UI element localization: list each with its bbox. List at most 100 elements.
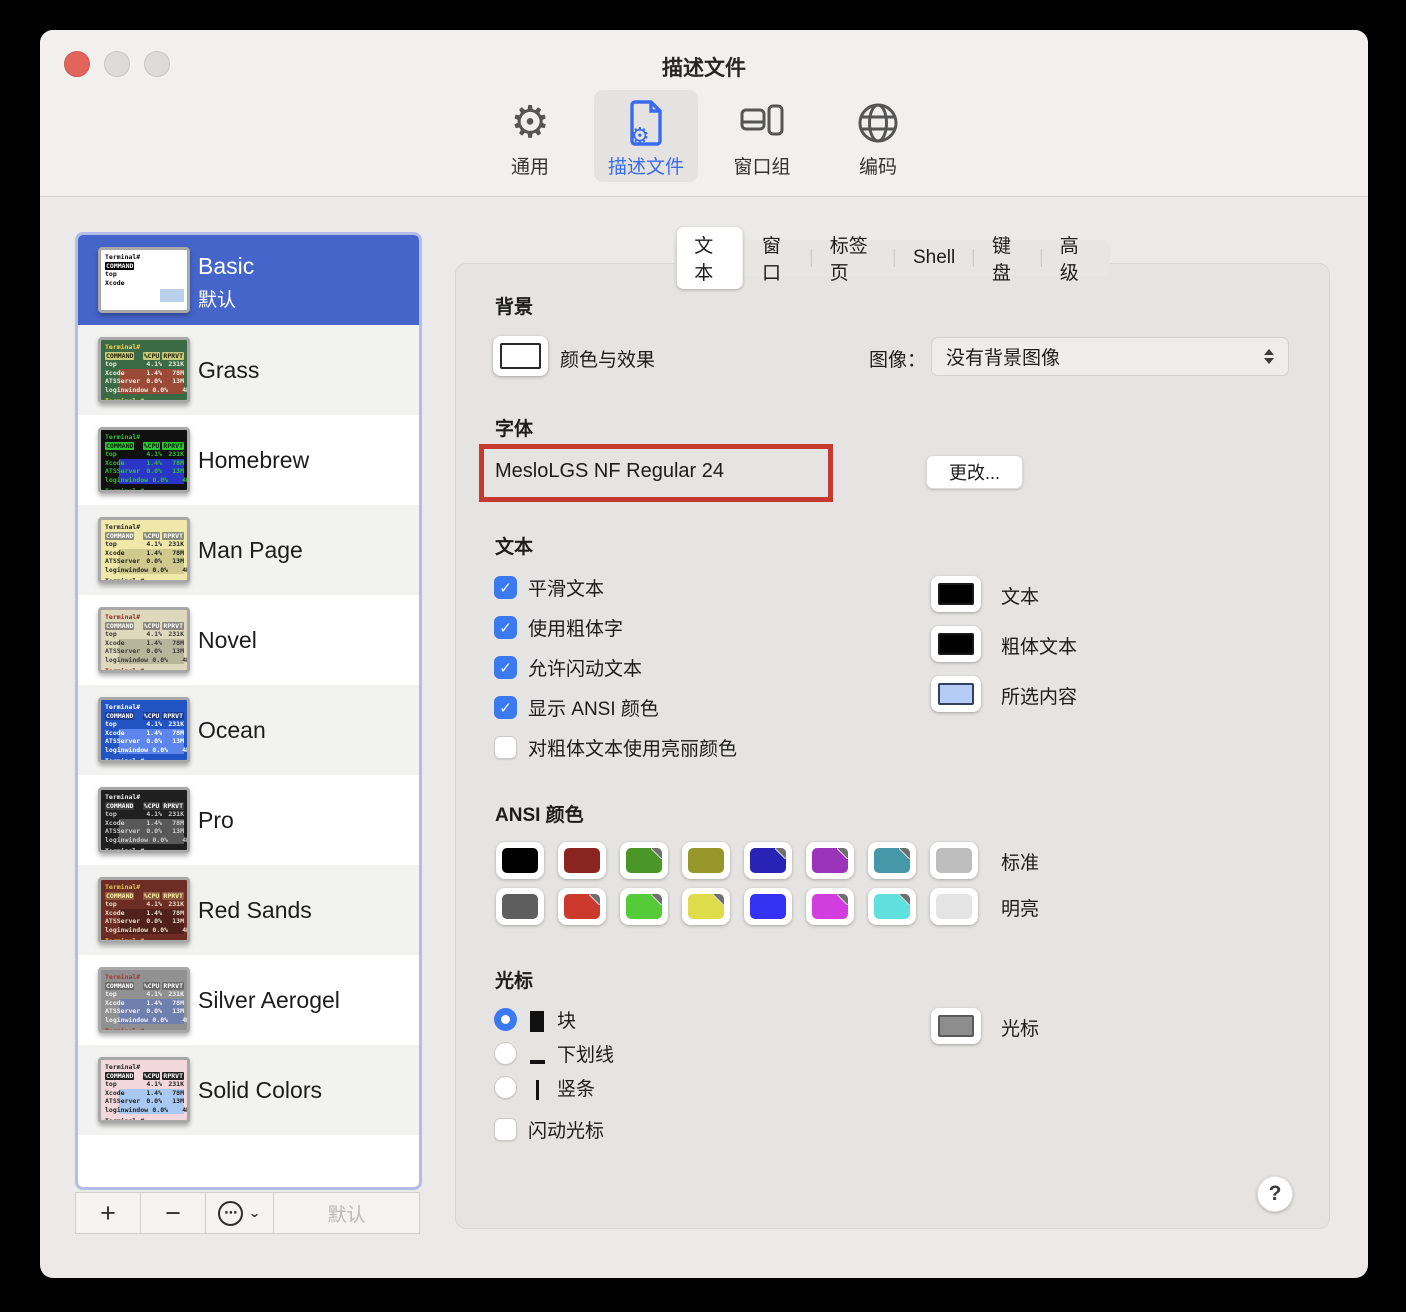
ansi-swatch-标准-7[interactable] — [930, 842, 978, 879]
checkbox-checked[interactable]: ✓ — [494, 656, 517, 679]
color-well-光标[interactable] — [931, 1008, 981, 1044]
profile-settings-panel: 文本窗口标签页Shell键盘高级 背景 颜色与效果 图像： 没有背景图像 字体 … — [455, 263, 1330, 1229]
toolbar-item-window-groups[interactable]: 窗口组 — [710, 90, 814, 182]
thumb-row: top4.1%231K — [105, 450, 184, 459]
tab-文本[interactable]: 文本 — [676, 227, 743, 289]
thumb-mem-value: 231K — [162, 540, 184, 549]
thumb-command-line: COMMAND%CPURPRVT — [105, 622, 184, 631]
thumb-cpu-value: 4.1% — [142, 810, 162, 819]
ansi-swatch-标准-4[interactable] — [744, 842, 792, 879]
color-well-label: 粗体文本 — [1001, 632, 1077, 659]
background-color-well[interactable] — [493, 336, 548, 376]
thumb-column-chip: %CPU — [143, 442, 161, 451]
checkbox-checked[interactable]: ✓ — [494, 576, 517, 599]
help-button[interactable]: ? — [1257, 1176, 1293, 1212]
toolbar-item-encodings[interactable]: 编码 — [826, 90, 930, 182]
ansi-swatch-color — [502, 848, 538, 873]
tab-shell[interactable]: Shell — [895, 243, 973, 273]
tab-键盘[interactable]: 键盘 — [974, 227, 1041, 289]
ansi-swatch-明亮-5[interactable] — [806, 888, 854, 925]
ansi-swatch-标准-2[interactable] — [620, 842, 668, 879]
radio-unselected[interactable] — [494, 1042, 517, 1065]
ansi-swatch-标准-0[interactable] — [496, 842, 544, 879]
checkbox-unchecked[interactable] — [494, 736, 517, 759]
profile-row-novel[interactable]: Terminal#COMMAND%CPURPRVTtop4.1%231KXcod… — [78, 595, 419, 685]
profile-row-solid-colors[interactable]: Terminal#COMMAND%CPURPRVTtop4.1%231KXcod… — [78, 1045, 419, 1135]
thumb-process-name: top — [105, 450, 117, 459]
profile-row-basic[interactable]: Terminal#COMMANDtopXcodeBasic默认 — [78, 235, 419, 325]
profile-row-man-page[interactable]: Terminal#COMMAND%CPURPRVTtop4.1%231KXcod… — [78, 505, 419, 595]
thumb-command-chip: COMMAND — [105, 622, 134, 631]
background-image-dropdown[interactable]: 没有背景图像 — [931, 337, 1289, 376]
thumb-header: Terminal# — [105, 703, 184, 712]
thumb-command-line: COMMAND%CPURPRVT — [105, 802, 184, 811]
toolbar-item-profiles[interactable]: ⚙ 描述文件 — [594, 90, 698, 182]
thumb-mem-value: 13M — [162, 647, 184, 656]
thumb-process-name: ATSServer — [105, 1007, 140, 1016]
color-well-所选内容[interactable] — [931, 676, 981, 712]
thumb-column-chip: RPRVT — [162, 442, 184, 451]
thumb-row: top4.1%231K — [105, 810, 184, 819]
profile-row-silver-aerogel[interactable]: Terminal#COMMAND%CPURPRVTtop4.1%231KXcod… — [78, 955, 419, 1045]
thumb-row: Xcode1.4%78M — [105, 729, 184, 738]
profile-thumbnail: Terminal#COMMAND%CPURPRVTtop4.1%231KXcod… — [98, 337, 190, 403]
profile-name: Novel — [198, 627, 257, 654]
tab-窗口[interactable]: 窗口 — [744, 227, 811, 289]
set-default-button[interactable]: 默认 — [274, 1193, 419, 1233]
checkbox-checked[interactable]: ✓ — [494, 696, 517, 719]
thumb-row: ATSServer0.0%13M — [105, 827, 184, 836]
checkbox-label: 闪动光标 — [528, 1116, 604, 1143]
profile-row-ocean[interactable]: Terminal#COMMAND%CPURPRVTtop4.1%231KXcod… — [78, 685, 419, 775]
profile-name: Ocean — [198, 717, 266, 744]
thumb-row: loginwindow0.0%4M — [105, 476, 184, 485]
thumb-mem-value: 4M — [168, 1106, 190, 1115]
ansi-swatch-标准-1[interactable] — [558, 842, 606, 879]
checkbox-unchecked[interactable] — [494, 1118, 517, 1141]
profile-row-grass[interactable]: Terminal#COMMAND%CPURPRVTtop4.1%231KXcod… — [78, 325, 419, 415]
change-font-button[interactable]: 更改... — [926, 455, 1023, 489]
ansi-swatch-明亮-2[interactable] — [620, 888, 668, 925]
add-profile-button[interactable]: + — [76, 1193, 141, 1233]
ansi-swatch-标准-5[interactable] — [806, 842, 854, 879]
thumb-header: Terminal# — [105, 253, 184, 262]
thumb-cpu-value: 4.1% — [142, 990, 162, 999]
thumb-process-name: Xcode — [105, 729, 125, 738]
thumb-cpu-value: 1.4% — [142, 999, 162, 1008]
profile-actions-menu-button[interactable]: ⋯ ⌄ — [206, 1193, 274, 1233]
thumb-mem-value: 4M — [168, 566, 190, 575]
profile-row-homebrew[interactable]: Terminal#COMMAND%CPURPRVTtop4.1%231KXcod… — [78, 415, 419, 505]
thumb-process-name: Xcode — [105, 909, 125, 918]
radio-unselected[interactable] — [494, 1076, 517, 1099]
ansi-swatch-明亮-1[interactable] — [558, 888, 606, 925]
ansi-swatch-明亮-0[interactable] — [496, 888, 544, 925]
color-well-文本[interactable] — [931, 576, 981, 612]
thumb-row: ATSServer0.0%13M — [105, 557, 184, 566]
thumb-command-chip: COMMAND — [105, 802, 134, 811]
ansi-swatch-明亮-3[interactable] — [682, 888, 730, 925]
thumb-command-chip: COMMAND — [105, 982, 134, 991]
thumb-column-chip: %CPU — [143, 892, 161, 901]
tab-标签页[interactable]: 标签页 — [812, 227, 894, 289]
ansi-swatch-明亮-4[interactable] — [744, 888, 792, 925]
remove-profile-button[interactable]: − — [141, 1193, 206, 1233]
profile-row-pro[interactable]: Terminal#COMMAND%CPURPRVTtop4.1%231KXcod… — [78, 775, 419, 865]
color-well-粗体文本[interactable] — [931, 626, 981, 662]
ansi-swatch-标准-6[interactable] — [868, 842, 916, 879]
thumb-mem-value: 4M — [168, 746, 190, 755]
ansi-swatch-标准-3[interactable] — [682, 842, 730, 879]
thumb-column-chip: RPRVT — [162, 532, 184, 541]
color-well-swatch — [938, 633, 974, 655]
thumb-command-chip: COMMAND — [105, 1072, 134, 1081]
thumb-row: ATSServer0.0%13M — [105, 467, 184, 476]
profile-row-red-sands[interactable]: Terminal#COMMAND%CPURPRVTtop4.1%231KXcod… — [78, 865, 419, 955]
ansi-swatch-明亮-7[interactable] — [930, 888, 978, 925]
ansi-swatch-明亮-6[interactable] — [868, 888, 916, 925]
checkbox-checked[interactable]: ✓ — [494, 616, 517, 639]
toolbar-item-general[interactable]: ⚙ 通用 — [478, 90, 582, 182]
tab-bar: 文本窗口标签页Shell键盘高级 — [674, 240, 1111, 276]
thumb-process-name: loginwindow — [105, 656, 148, 665]
radio-selected[interactable] — [494, 1008, 517, 1031]
profile-thumbnail: Terminal#COMMAND%CPURPRVTtop4.1%231KXcod… — [98, 787, 190, 853]
thumb-header: Terminal# — [105, 1063, 184, 1072]
tab-高级[interactable]: 高级 — [1042, 227, 1109, 289]
